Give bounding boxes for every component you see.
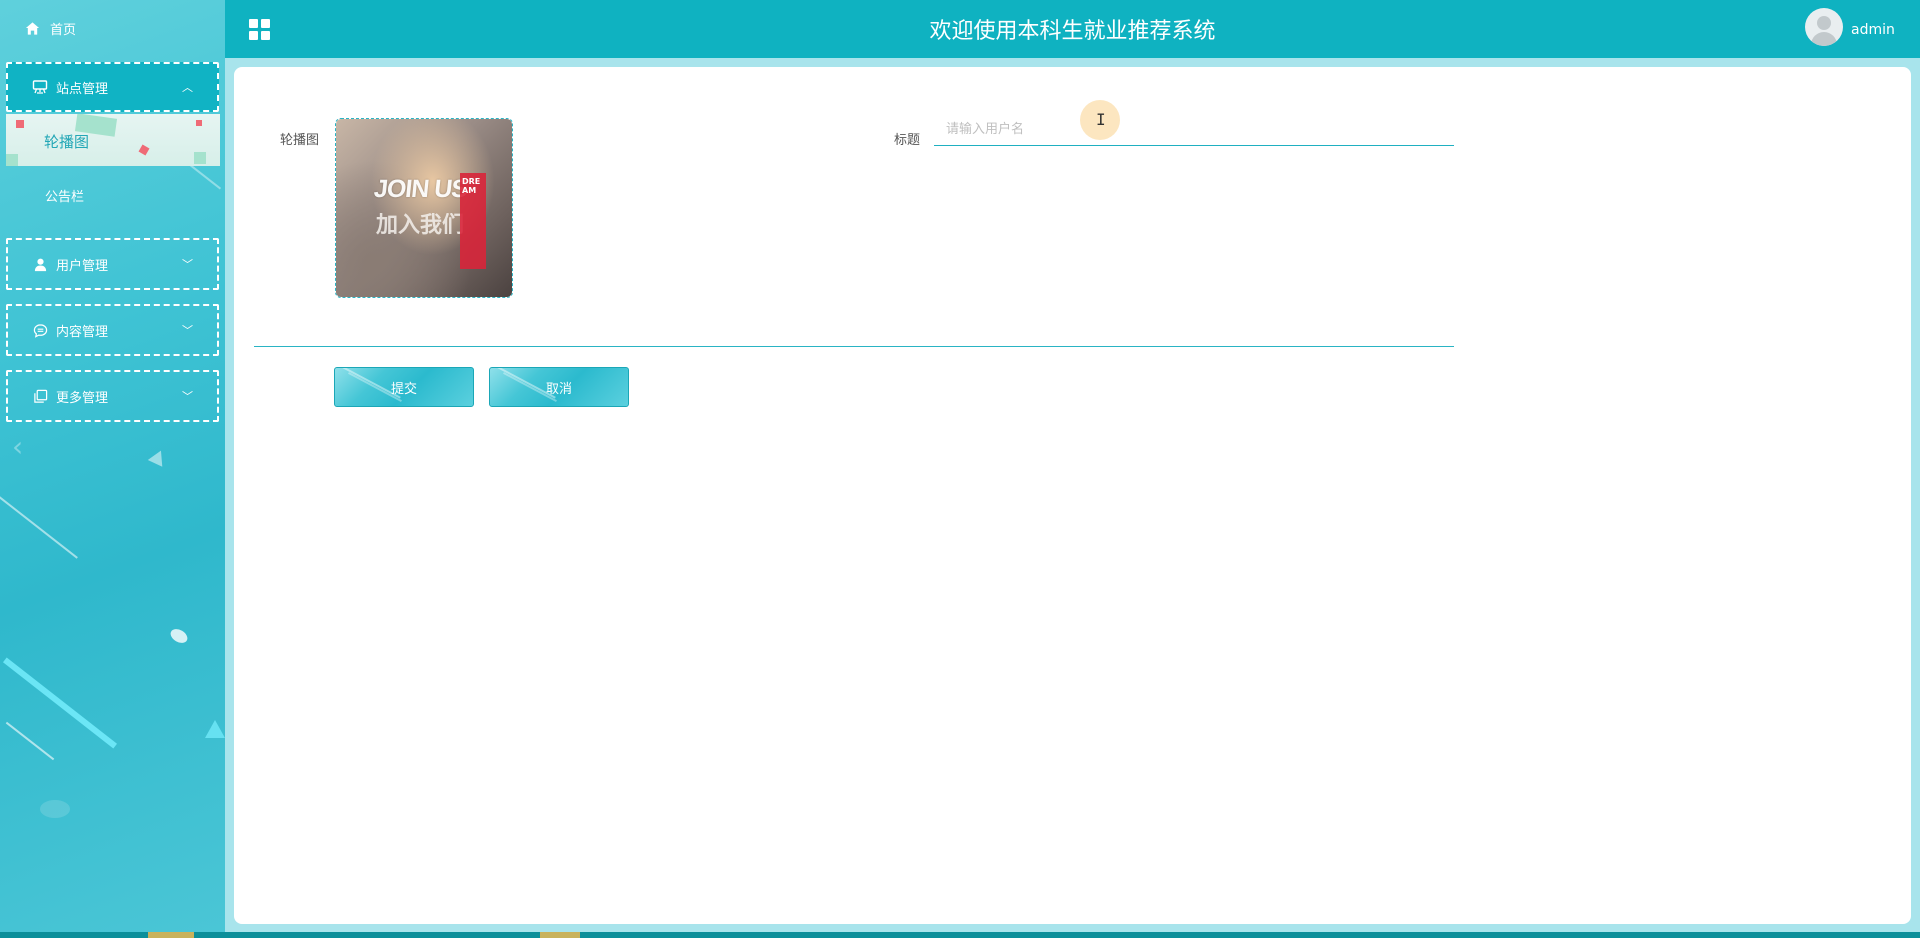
image-text: JOIN US: [372, 175, 469, 203]
submit-button[interactable]: 提交: [334, 367, 474, 407]
chevron-up-icon: ︿: [182, 81, 193, 94]
decoration-line: [0, 483, 78, 559]
decoration-line: [2, 657, 118, 749]
cancel-button[interactable]: 取消: [489, 367, 629, 407]
title-input[interactable]: [934, 114, 1454, 146]
chevron-down-icon: ﹀: [182, 324, 193, 337]
sidebar-group-label: 内容管理: [56, 324, 109, 340]
bottom-strip: [0, 932, 1920, 938]
sidebar-item-label: 首页: [50, 22, 77, 38]
decoration-line: [5, 721, 55, 761]
decoration-square: [196, 120, 202, 126]
sidebar-group-user[interactable]: 用户管理 ﹀: [6, 238, 219, 290]
top-header: 欢迎使用本科生就业推荐系统 admin: [225, 0, 1920, 58]
decoration-triangle: [147, 447, 169, 467]
image-text: 加入我们: [376, 213, 465, 238]
user-name[interactable]: admin: [1851, 22, 1895, 38]
chevron-down-icon: ﹀: [182, 390, 193, 403]
text-cursor-icon: I: [1096, 110, 1106, 129]
sidebar-group-label: 站点管理: [56, 81, 109, 97]
image-text: DREAM: [462, 177, 481, 195]
decoration-blob: [40, 800, 70, 818]
home-icon: [24, 20, 40, 36]
form-divider: [254, 346, 1454, 347]
chat-icon: [32, 322, 48, 338]
chevron-down-icon: ﹀: [182, 258, 193, 271]
sidebar-item-carousel[interactable]: 轮播图: [6, 114, 220, 166]
sidebar-item-home[interactable]: 首页: [0, 10, 225, 46]
chevron-left-icon: ‹: [12, 430, 24, 463]
sidebar-group-site[interactable]: 站点管理 ︿: [6, 62, 219, 112]
page-title: 欢迎使用本科生就业推荐系统: [929, 19, 1216, 44]
carousel-label: 轮播图: [280, 133, 320, 148]
decoration-square: [138, 144, 150, 156]
sidebar-group-content[interactable]: 内容管理 ﹀: [6, 304, 219, 356]
monitor-icon: [32, 79, 48, 95]
avatar[interactable]: [1805, 8, 1843, 46]
sidebar: ‹ 首页 站点管理 ︿ 轮播图 公告栏 用户管理 ﹀ 内容管理 ﹀ 更多管理 ﹀: [0, 0, 225, 938]
sidebar-item-label: 轮播图: [44, 133, 90, 151]
title-label: 标题: [894, 133, 921, 148]
decoration-square: [6, 154, 18, 166]
decoration-glow: [168, 626, 190, 646]
image-upload[interactable]: JOIN US 加入我们 DREAM: [335, 118, 513, 298]
carousel-image: JOIN US 加入我们 DREAM: [336, 119, 512, 297]
decoration-triangle: [205, 720, 225, 738]
decoration-square: [194, 152, 206, 164]
main-panel: 轮播图 JOIN US 加入我们 DREAM 标题 I 提交 取消: [234, 67, 1911, 924]
user-icon: [32, 256, 48, 272]
sidebar-group-label: 用户管理: [56, 258, 109, 274]
sidebar-item-notice[interactable]: 公告栏: [45, 186, 84, 205]
decoration-square: [16, 120, 24, 128]
sidebar-group-more[interactable]: 更多管理 ﹀: [6, 370, 219, 422]
sidebar-group-label: 更多管理: [56, 390, 109, 406]
copy-icon: [32, 388, 48, 404]
